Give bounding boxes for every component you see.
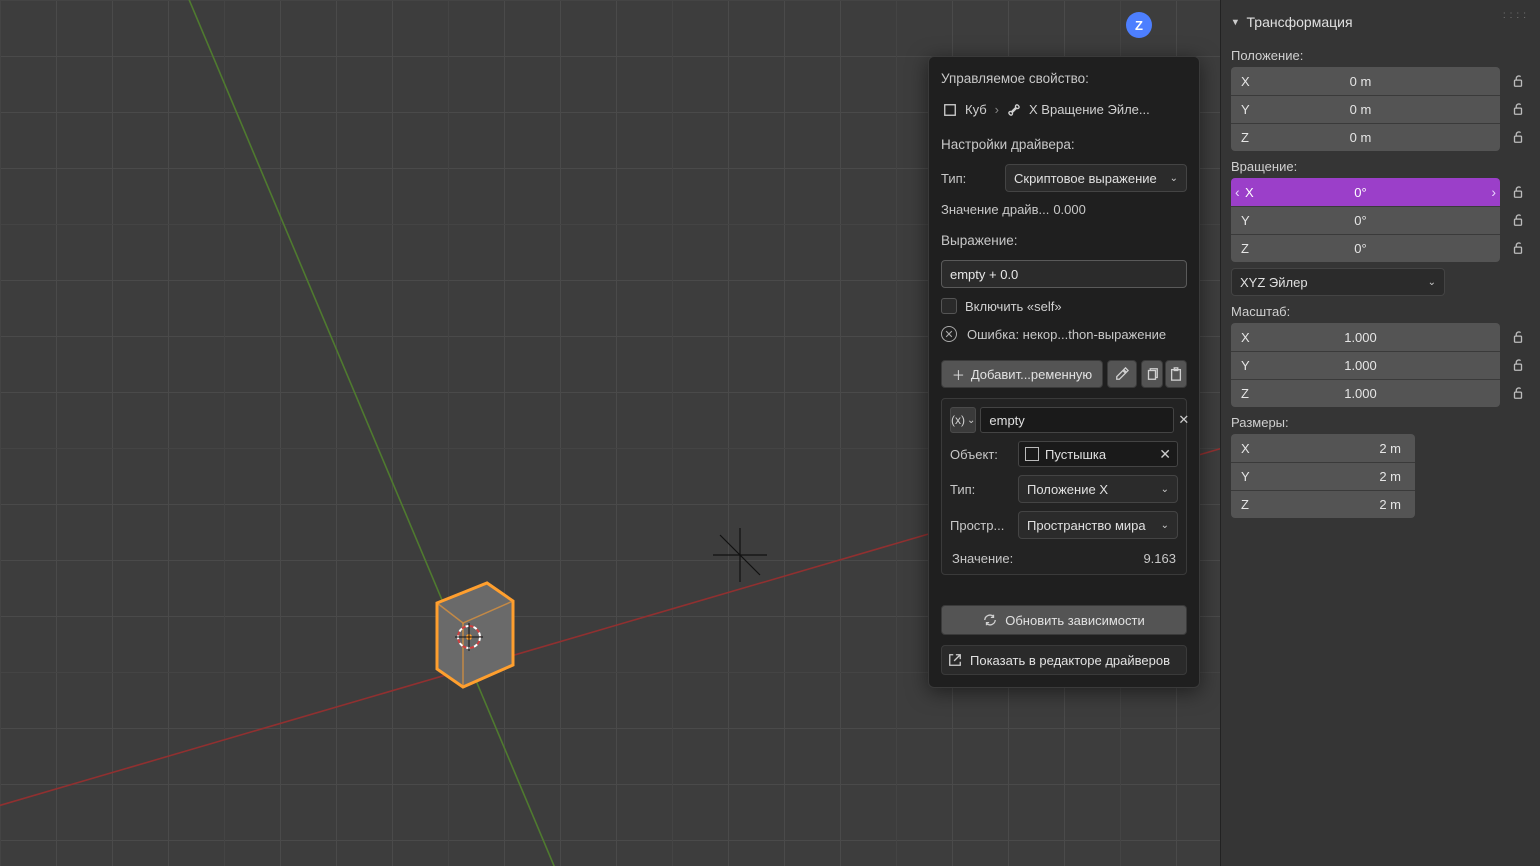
show-in-driver-editor-button[interactable]: Показать в редакторе драйверов xyxy=(941,645,1187,675)
scale-heading: Масштаб: xyxy=(1231,304,1530,319)
location-y-field[interactable]: Y0 m xyxy=(1231,95,1500,123)
rotation-z-lock[interactable] xyxy=(1506,236,1530,260)
copy-variables-button[interactable] xyxy=(1141,360,1163,388)
driver-settings-heading: Настройки драйвера: xyxy=(941,137,1187,152)
variable-value-label: Значение: xyxy=(952,551,1013,566)
scale-z-lock[interactable] xyxy=(1506,381,1530,405)
bone-icon xyxy=(1007,103,1021,117)
empty-object[interactable] xyxy=(705,520,775,590)
eyedropper-icon xyxy=(1115,367,1129,381)
scale-x-field[interactable]: X1.000 xyxy=(1231,323,1500,351)
rotation-x-field[interactable]: X0° xyxy=(1231,178,1500,206)
rotation-y-field[interactable]: Y0° xyxy=(1231,206,1500,234)
object-icon xyxy=(1025,447,1039,461)
scale-x-lock[interactable] xyxy=(1506,325,1530,349)
variable-value: 9.163 xyxy=(1143,551,1176,566)
driver-value-label: Значение драйв... xyxy=(941,202,1049,217)
location-heading: Положение: xyxy=(1231,48,1530,63)
driven-property-name: X Вращение Эйле... xyxy=(1029,102,1150,117)
driver-editor-popup: Управляемое свойство: Куб › X Вращение Э… xyxy=(928,56,1200,688)
driver-variable: (x)⌄ ✕ Объект: Пустышка ✕ Тип: Положение… xyxy=(941,398,1187,575)
scale-y-field[interactable]: Y1.000 xyxy=(1231,351,1500,379)
rotation-x-lock[interactable] xyxy=(1506,180,1530,204)
dimensions-heading: Размеры: xyxy=(1231,415,1530,430)
refresh-icon xyxy=(983,613,997,627)
transform-panel-title[interactable]: ▸ Трансформация xyxy=(1231,8,1530,40)
driver-type-label: Тип: xyxy=(941,171,997,186)
paste-icon xyxy=(1169,367,1183,381)
expression-input[interactable] xyxy=(941,260,1187,288)
eyedropper-button[interactable] xyxy=(1107,360,1137,388)
add-variable-button[interactable]: ＋Добавит...ременную xyxy=(941,360,1103,388)
error-icon: ✕ xyxy=(941,326,957,342)
collapse-icon: ▸ xyxy=(1229,19,1242,25)
cube-object[interactable] xyxy=(427,573,523,693)
driven-object-name: Куб xyxy=(965,102,987,117)
variable-type-label: Тип: xyxy=(950,482,1010,497)
variable-name-input[interactable] xyxy=(980,407,1174,433)
update-dependencies-button[interactable]: Обновить зависимости xyxy=(941,605,1187,635)
dimension-x-field[interactable]: X2 m xyxy=(1231,434,1415,462)
external-link-icon xyxy=(948,653,962,667)
gizmo-z-axis[interactable]: Z xyxy=(1126,12,1152,38)
variable-space-select[interactable]: Пространство мира⌄ xyxy=(1018,511,1178,539)
rotation-heading: Вращение: xyxy=(1231,159,1530,174)
location-z-field[interactable]: Z0 m xyxy=(1231,123,1500,151)
navigation-gizmo[interactable]: Z xyxy=(1126,12,1152,38)
use-self-checkbox[interactable] xyxy=(941,298,957,314)
rotation-y-lock[interactable] xyxy=(1506,208,1530,232)
rotation-z-field[interactable]: Z0° xyxy=(1231,234,1500,262)
mesh-icon xyxy=(943,103,957,117)
copy-icon xyxy=(1145,367,1159,381)
location-x-lock[interactable] xyxy=(1506,69,1530,93)
transform-panel: :::: ▸ Трансформация Положение: X0 m Y0 … xyxy=(1220,0,1540,866)
driven-property-path[interactable]: Куб › X Вращение Эйле... xyxy=(941,98,1187,121)
dimension-y-field[interactable]: Y2 m xyxy=(1231,462,1415,490)
clear-object-button[interactable]: ✕ xyxy=(1159,446,1171,463)
variable-object-field[interactable]: Пустышка ✕ xyxy=(1018,441,1178,467)
dimension-z-field[interactable]: Z2 m xyxy=(1231,490,1415,518)
expression-error: ✕ Ошибка: некор...thon-выражение xyxy=(941,326,1187,342)
location-y-lock[interactable] xyxy=(1506,97,1530,121)
paste-variables-button[interactable] xyxy=(1165,360,1187,388)
variable-object-label: Объект: xyxy=(950,447,1010,462)
variable-transform-type-select[interactable]: Положение X⌄ xyxy=(1018,475,1178,503)
driven-property-heading: Управляемое свойство: xyxy=(941,71,1187,86)
remove-variable-button[interactable]: ✕ xyxy=(1178,407,1189,433)
chevron-right-icon: › xyxy=(995,102,999,117)
use-self-label: Включить «self» xyxy=(965,299,1062,314)
location-x-field[interactable]: X0 m xyxy=(1231,67,1500,95)
driver-value: 0.000 xyxy=(1053,202,1086,217)
expression-heading: Выражение: xyxy=(941,233,1187,248)
rotation-mode-select[interactable]: XYZ Эйлер⌄ xyxy=(1231,268,1445,296)
driver-type-select[interactable]: Скриптовое выражение⌄ xyxy=(1005,164,1187,192)
scale-y-lock[interactable] xyxy=(1506,353,1530,377)
variable-space-label: Простр... xyxy=(950,518,1010,533)
panel-drag-handle[interactable]: :::: xyxy=(1503,10,1530,21)
location-z-lock[interactable] xyxy=(1506,125,1530,149)
variable-type-select[interactable]: (x)⌄ xyxy=(950,407,976,433)
scale-z-field[interactable]: Z1.000 xyxy=(1231,379,1500,407)
